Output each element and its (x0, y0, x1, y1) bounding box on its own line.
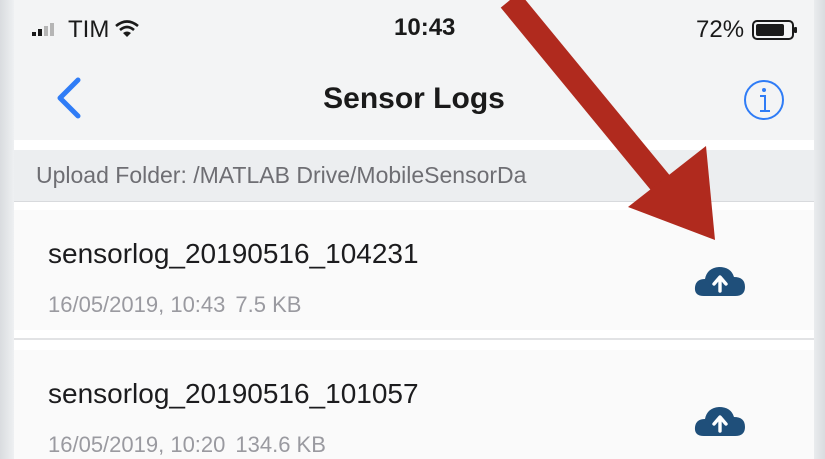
log-size: 134.6 KB (235, 432, 326, 457)
info-icon[interactable] (742, 78, 786, 122)
list-item[interactable]: sensorlog_20190516_104231 16/05/2019, 10… (14, 210, 814, 330)
status-time: 10:43 (394, 14, 456, 41)
wifi-icon (115, 20, 139, 37)
battery-percentage: 72% (696, 16, 745, 43)
cloud-upload-icon[interactable] (692, 262, 748, 300)
log-datetime: 16/05/2019, 10:43 (48, 292, 226, 317)
log-size: 7.5 KB (235, 292, 302, 317)
cellular-signal-icon (32, 23, 54, 36)
log-file-meta: 16/05/2019, 10:43 7.5 KB (48, 292, 301, 318)
log-datetime: 16/05/2019, 10:20 (48, 432, 226, 457)
list-separator (14, 338, 814, 340)
page-title: Sensor Logs (323, 82, 505, 115)
carrier-name: TIM (68, 16, 110, 43)
log-file-name: sensorlog_20190516_101057 (48, 378, 419, 409)
list-item[interactable]: sensorlog_20190516_101057 16/05/2019, 10… (14, 350, 814, 459)
upload-folder-path: Upload Folder: /MATLAB Drive/MobileSenso… (36, 162, 527, 188)
log-file-meta: 16/05/2019, 10:20 134.6 KB (48, 432, 326, 458)
log-file-name: sensorlog_20190516_104231 (48, 238, 419, 269)
upload-folder-row[interactable]: Upload Folder: /MATLAB Drive/MobileSenso… (14, 150, 814, 202)
phone-screen: TIM 10:43 72% Sensor Logs Upload Folder:… (14, 0, 814, 459)
cloud-upload-icon[interactable] (692, 402, 748, 440)
navigation-bar: Sensor Logs (14, 60, 814, 140)
battery-icon (752, 20, 797, 40)
status-bar: TIM 10:43 72% (14, 0, 814, 60)
